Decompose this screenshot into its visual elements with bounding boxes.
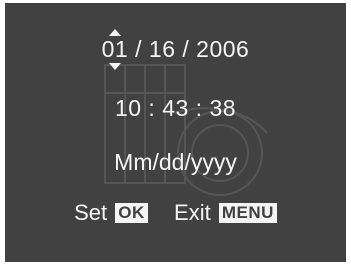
exit-control[interactable]: Exit MENU: [174, 199, 277, 226]
exit-label: Exit: [174, 200, 211, 226]
date-separator: /: [175, 36, 197, 62]
decrement-arrow-icon[interactable]: [108, 63, 121, 70]
camera-lcd-screen: 01 / 16 / 2006 10 : 43 : 38 Mm/dd/yyyy S…: [5, 3, 346, 262]
date-format-setting[interactable]: Mm/dd/yyyy: [5, 149, 346, 176]
month-value: 01: [101, 36, 129, 62]
month-field[interactable]: 01: [101, 29, 129, 70]
ok-key-badge[interactable]: OK: [115, 203, 148, 224]
menu-key-badge[interactable]: MENU: [218, 203, 277, 224]
set-label: Set: [74, 200, 108, 226]
date-separator: /: [128, 36, 149, 62]
time-setting-row[interactable]: 10 : 43 : 38: [5, 95, 346, 122]
year-field[interactable]: 2006: [196, 36, 249, 62]
control-hints: Set OK Exit MENU: [5, 199, 346, 226]
date-setting-row: 01 / 16 / 2006: [5, 29, 346, 70]
set-control[interactable]: Set OK: [74, 199, 148, 226]
time-value: 10 : 43 : 38: [114, 95, 237, 121]
increment-arrow-icon[interactable]: [108, 29, 121, 36]
day-field[interactable]: 16: [149, 36, 176, 62]
date-format-value: Mm/dd/yyyy: [114, 149, 237, 175]
